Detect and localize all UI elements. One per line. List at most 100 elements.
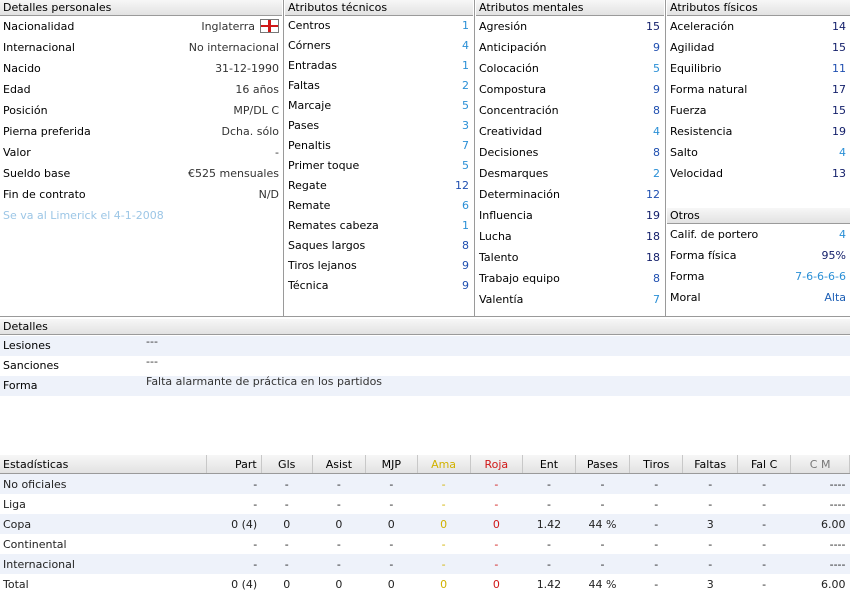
stats-cell: 0 [283,517,291,531]
stats-column-header[interactable]: Ama [417,455,471,474]
technical-attribute-row: Centros 1 [285,16,473,36]
personal-label: Nacionalidad [3,20,75,33]
attribute-label: Pases [288,119,320,132]
stats-cell: - [762,557,767,571]
stats-row: Internacional - - - - - - - - - - - ---- [0,554,850,574]
stats-cell: - [600,477,605,491]
attribute-label: Compostura [479,83,547,96]
attribute-value: 5 [462,99,469,112]
stats-cell: 0 [492,577,500,591]
stats-column-header[interactable]: Asist [312,455,367,474]
stats-cell: 0 [335,517,343,531]
stats-cell: 6.00 [821,577,846,591]
stats-column-header[interactable]: Roja [470,455,524,474]
attribute-label: Calif. de portero [670,228,759,241]
attribute-label: Equilibrio [670,62,722,75]
stats-header-row: Estadísticas Part Gls Asist MJP Ama Roja Ent Pas… [0,455,850,474]
attribute-label: Centros [288,19,331,32]
details-label: Lesiones [3,339,51,352]
personal-label: Edad [3,83,31,96]
stats-row-label: Copa [3,517,32,531]
stats-cell: - [389,497,394,511]
attribute-label: Tiros lejanos [288,259,357,272]
stats-row-label: No oficiales [3,477,67,491]
attribute-value: 4 [462,39,469,52]
technical-attribute-row: Pases 3 [285,116,473,136]
attribute-label: Primer toque [288,159,360,172]
other-attribute-row: Calif. de portero 4 [667,224,850,245]
stats-column-header[interactable]: Part [206,455,262,474]
stats-row-label: Total [3,577,29,591]
stats-cell: - [546,497,551,511]
attribute-value: 9 [462,259,469,272]
stats-column-header[interactable]: Gls [261,455,313,474]
statistics-table: Estadísticas Part Gls Asist MJP Ama Roja Ent Pas… [0,455,850,594]
attribute-label: Fuerza [670,104,707,117]
transfer-note-link[interactable]: Se va al Limerick el 4-1-2008 [3,205,282,226]
stats-cell: - [762,537,767,551]
attribute-label: Remates cabeza [288,219,379,232]
stats-cell: 0 [387,577,395,591]
attribute-value: 7 [462,139,469,152]
stats-row: No oficiales - - - - - - - - - - - ---- [0,473,850,494]
physical-attribute-row: Salto 4 [667,142,850,163]
mental-attribute-row: Colocación 5 [476,58,664,79]
attribute-value: 5 [462,159,469,172]
stats-cell: - [253,557,258,571]
stats-cell: 0 (4) [231,517,258,531]
attribute-value: 8 [462,239,469,252]
technical-attribute-row: Tiros lejanos 9 [285,256,473,276]
stats-cell: - [494,537,499,551]
attribute-label: Córners [288,39,331,52]
personal-value: 31-12-1990 [215,62,279,75]
stats-cell: 1.42 [536,517,562,531]
stats-cell: - [600,537,605,551]
stats-column-header[interactable]: Fal C [737,455,792,474]
attribute-label: Aceleración [670,20,735,33]
mental-attribute-row: Determinación 12 [476,184,664,205]
stats-cell: - [389,477,394,491]
stats-cell: - [441,497,446,511]
details-header: Detalles [0,319,850,335]
mental-attribute-row: Compostura 9 [476,79,664,100]
stats-column-header[interactable]: Estadísticas [0,455,208,474]
personal-label: Sueldo base [3,167,71,180]
stats-row-label: Liga [3,497,26,511]
personal-value: Inglaterra [201,20,255,33]
stats-row: Continental - - - - - - - - - - - ---- [0,534,850,554]
attribute-label: Faltas [288,79,320,92]
attribute-label: Creatividad [479,125,543,138]
stats-cell: - [336,477,341,491]
attribute-value: 8 [653,104,660,117]
personal-value: 16 años [235,83,279,96]
stats-column-header[interactable]: C M [790,455,850,474]
stats-column-header[interactable]: Faltas [682,455,738,474]
attribute-value: 19 [832,125,846,138]
stats-column-header[interactable]: Pases [575,455,631,474]
attribute-value: 9 [653,41,660,54]
stats-cell: - [494,497,499,511]
attribute-value: 17 [832,83,846,96]
details-value: --- [146,355,158,368]
stats-column-header[interactable]: Ent [522,455,576,474]
physical-attribute-row: Forma natural 17 [667,79,850,100]
mental-attribute-row: Decisiones 8 [476,142,664,163]
stats-cell: - [284,537,289,551]
personal-row: Valor - [0,142,282,163]
personal-label: Nacido [3,62,41,75]
attribute-value: 1 [462,19,469,32]
attribute-label: Moral [670,291,701,304]
stats-cell: - [654,497,659,511]
attribute-value: 7 [653,293,660,306]
mental-attribute-row: Valentía 7 [476,289,664,310]
attribute-value: 1 [462,59,469,72]
stats-cell: 0 [440,517,448,531]
mental-attribute-row: Agresión 15 [476,16,664,37]
stats-column-header[interactable]: Tiros [629,455,684,474]
stats-column-header[interactable]: MJP [365,455,418,474]
england-flag-icon [260,19,279,33]
stats-cell: - [654,517,659,531]
details-row: Lesiones --- [0,335,850,356]
attribute-label: Agilidad [670,41,715,54]
physical-attributes-header: Atributos físicos [667,0,850,16]
